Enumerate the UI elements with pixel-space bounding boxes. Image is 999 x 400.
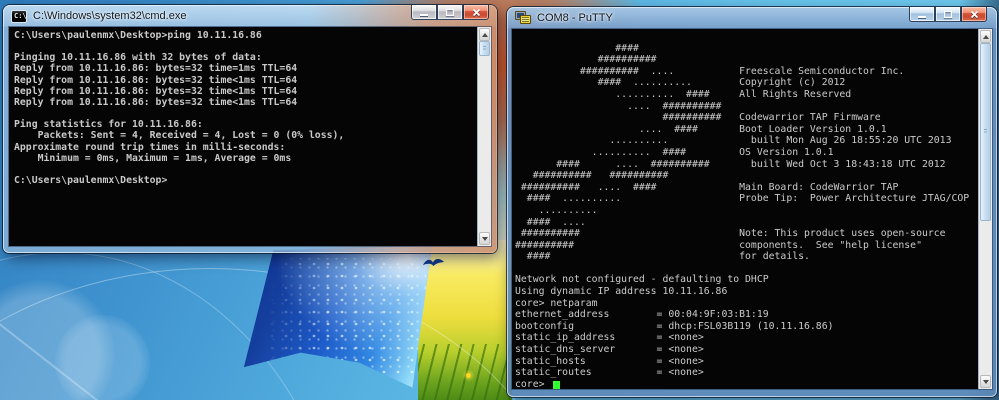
minimize-button[interactable] — [909, 7, 935, 22]
scroll-down-button[interactable] — [980, 375, 991, 388]
close-button[interactable] — [463, 5, 489, 20]
cmd-window-title: C:\Windows\system32\cmd.exe — [33, 10, 187, 22]
wallpaper-light-arc — [0, 252, 350, 400]
arrow-down-icon — [982, 379, 989, 384]
wallpaper-lens-flare — [55, 315, 150, 400]
minimize-icon — [420, 13, 428, 16]
maximize-icon — [445, 8, 455, 16]
putty-window: COM8 - PuTTY #### ########## ########## … — [507, 7, 997, 397]
close-icon — [970, 10, 978, 18]
scroll-up-button[interactable] — [980, 30, 991, 43]
close-button[interactable] — [961, 7, 987, 22]
arrow-up-icon — [982, 34, 989, 39]
flag-glare — [243, 246, 433, 388]
wallpaper-flower — [465, 372, 472, 379]
scrollbar-thumb[interactable] — [980, 43, 991, 221]
wallpaper-light-ray — [0, 300, 239, 400]
putty-icon — [515, 11, 531, 25]
cmd-icon: C:\ — [11, 9, 27, 23]
maximize-button[interactable] — [437, 5, 463, 20]
arrow-up-icon — [481, 32, 488, 37]
bird-silhouette-icon — [423, 259, 444, 266]
maximize-button[interactable] — [935, 7, 961, 22]
cmd-window: C:\ C:\Windows\system32\cmd.exe C:\Users… — [3, 5, 497, 253]
wallpaper-lens-flare — [0, 280, 115, 400]
arrow-down-icon — [481, 236, 488, 241]
minimize-button[interactable] — [411, 5, 437, 20]
terminal-output: #### ########## ########## .... Freescal… — [515, 42, 970, 389]
scrollbar-thumb[interactable] — [479, 41, 490, 56]
wallpaper-windows-flag-pane — [243, 246, 433, 388]
terminal-output: C:\Users\paulenmx\Desktop>ping 10.11.16.… — [14, 30, 345, 187]
cmd-scrollbar[interactable] — [477, 27, 491, 246]
cmd-terminal-area[interactable]: C:\Users\paulenmx\Desktop>ping 10.11.16.… — [9, 27, 491, 246]
putty-window-title: COM8 - PuTTY — [537, 12, 613, 24]
desktop: C:\ C:\Windows\system32\cmd.exe C:\Users… — [0, 0, 999, 400]
close-icon — [472, 8, 480, 16]
maximize-icon — [943, 10, 953, 18]
wallpaper-grass-strip — [418, 240, 512, 400]
putty-scrollbar[interactable] — [978, 29, 992, 389]
scroll-up-button[interactable] — [479, 28, 490, 41]
flag-dot-grid — [265, 257, 427, 375]
terminal-cursor — [553, 381, 560, 389]
putty-terminal-area[interactable]: #### ########## ########## .... Freescal… — [512, 29, 992, 389]
minimize-icon — [918, 15, 926, 18]
scroll-down-button[interactable] — [479, 232, 490, 245]
wallpaper-light-arc — [0, 268, 570, 400]
